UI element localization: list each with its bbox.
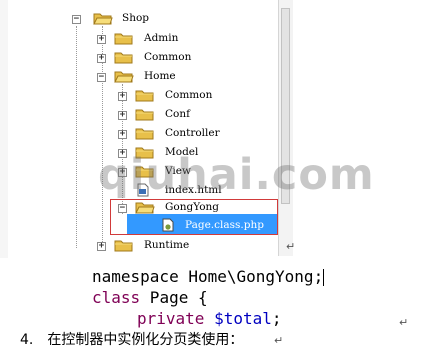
folder-icon xyxy=(114,52,133,64)
tree-item-label: Runtime xyxy=(144,239,190,251)
text-cursor xyxy=(323,269,325,286)
expand-toggle[interactable]: + xyxy=(118,92,127,101)
tree-item-label: Shop xyxy=(122,12,149,24)
return-mark: ↵ xyxy=(286,240,296,253)
expand-toggle[interactable]: + xyxy=(118,111,127,120)
code-line-property: private $total; xyxy=(137,309,282,329)
open-brace: { xyxy=(197,288,208,307)
expand-toggle[interactable]: + xyxy=(97,35,106,44)
vertical-scrollbar[interactable] xyxy=(278,0,293,256)
tree-item-label: View xyxy=(165,165,191,177)
tree-left-strip xyxy=(0,0,8,258)
semicolon: ; xyxy=(271,309,282,328)
expand-toggle[interactable]: + xyxy=(97,54,106,63)
variable-total: $total xyxy=(204,309,272,328)
code-line-namespace: namespace Home\GongYong; xyxy=(92,267,325,287)
tree-item-label: Home xyxy=(144,70,176,82)
keyword-namespace: namespace xyxy=(92,267,179,286)
folder-icon xyxy=(114,240,133,252)
folder-icon xyxy=(135,128,154,140)
keyword-class: class xyxy=(92,288,141,307)
php-file-icon xyxy=(162,218,174,232)
folder-open-icon xyxy=(135,202,155,214)
tree-item-label: Admin xyxy=(144,32,179,44)
scrollbar-thumb[interactable] xyxy=(281,8,290,204)
collapse-toggle[interactable]: − xyxy=(118,204,127,213)
expand-toggle[interactable]: + xyxy=(118,130,127,139)
expand-toggle[interactable]: + xyxy=(97,242,106,251)
step-number: 4. xyxy=(20,332,34,348)
keyword-private: private xyxy=(137,309,205,328)
expand-toggle[interactable]: + xyxy=(118,168,127,177)
collapse-toggle[interactable]: − xyxy=(97,73,106,82)
folder-open-icon xyxy=(114,71,134,83)
tree-item-label: index.html xyxy=(165,184,222,196)
folder-open-icon xyxy=(93,13,113,25)
tree-item-label: Common xyxy=(165,89,213,101)
tree-item-label: Controller xyxy=(165,127,220,139)
namespace-path: Home\GongYong; xyxy=(178,267,324,286)
tree-item-label: GongYong xyxy=(165,201,220,213)
folder-icon xyxy=(135,109,154,121)
tree-guide-line xyxy=(76,26,77,248)
folder-icon xyxy=(135,147,154,159)
folder-icon xyxy=(135,166,154,178)
step-text: 在控制器中实例化分页类使用： xyxy=(47,332,244,348)
folder-icon xyxy=(114,33,133,45)
tree-item-label: Page.class.php xyxy=(185,219,264,231)
code-line-class: class Page { xyxy=(92,288,208,308)
tree-item-label: Conf xyxy=(165,108,191,120)
file-tree-panel: − Shop + Admin + Common − Home + Common … xyxy=(0,0,293,262)
return-mark: ↵ xyxy=(274,334,284,347)
return-mark: ↵ xyxy=(399,316,409,329)
step-heading: 4. 在控制器中实例化分页类使用： xyxy=(20,329,243,349)
tree-item-label: Model xyxy=(165,146,199,158)
expand-toggle[interactable]: + xyxy=(118,149,127,158)
tree-item-label: Common xyxy=(144,51,192,63)
folder-icon xyxy=(135,90,154,102)
class-name: Page xyxy=(140,288,198,307)
html-file-icon xyxy=(137,183,149,197)
collapse-toggle[interactable]: − xyxy=(72,15,81,24)
